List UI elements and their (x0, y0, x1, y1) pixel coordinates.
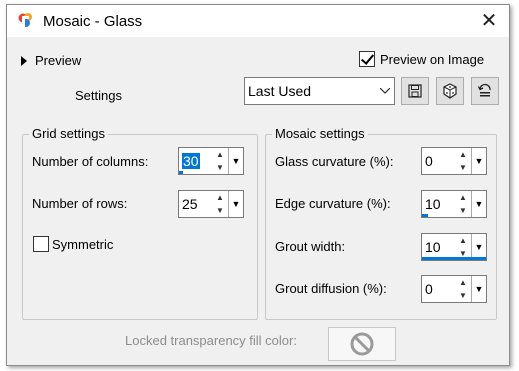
down-arrow-icon[interactable]: ▼ (216, 163, 224, 172)
grout-diffusion-label: Grout diffusion (%): (275, 281, 387, 296)
columns-spin-arrows[interactable]: ▲ ▼ (213, 148, 227, 174)
grout-diffusion-spin-arrows[interactable]: ▲ ▼ (456, 276, 470, 302)
rows-value[interactable]: 25 (182, 196, 198, 212)
save-preset-button[interactable] (401, 77, 429, 105)
glass-curvature-spinner[interactable]: 0 ▲ ▼ ▼ (421, 147, 487, 175)
up-arrow-icon[interactable]: ▲ (459, 150, 467, 159)
up-arrow-icon[interactable]: ▲ (459, 278, 467, 287)
preview-on-image-label: Preview on Image (380, 51, 485, 67)
columns-spinner[interactable]: 30 ▲ ▼ ▼ (178, 147, 244, 175)
up-arrow-icon[interactable]: ▲ (216, 193, 224, 202)
grout-width-spinner[interactable]: 10 ▲ ▼ ▼ (421, 233, 487, 261)
randomize-dice-icon (443, 83, 457, 99)
grout-width-level-bar (422, 257, 486, 260)
grout-diffusion-slider-dropdown[interactable]: ▼ (471, 276, 486, 302)
edge-curvature-label: Edge curvature (%): (275, 196, 391, 211)
grout-diffusion-spinner[interactable]: 0 ▲ ▼ ▼ (421, 275, 487, 303)
glass-curvature-label: Glass curvature (%): (275, 154, 394, 169)
grout-width-label: Grout width: (275, 239, 346, 254)
up-arrow-icon[interactable]: ▲ (459, 236, 467, 245)
settings-label: Settings (75, 88, 122, 103)
down-arrow-icon[interactable]: ▼ (459, 163, 467, 172)
preview-on-image-checkbox[interactable] (359, 51, 375, 67)
paintshop-app-icon (18, 13, 32, 29)
chevron-down-icon: ▼ (474, 156, 484, 166)
no-symbol-icon (350, 332, 374, 356)
save-icon (408, 84, 422, 98)
chevron-down-icon: ▼ (474, 284, 484, 294)
locked-transparency-color-swatch[interactable] (328, 327, 396, 361)
randomize-button[interactable] (436, 77, 464, 105)
symmetric-option[interactable]: Symmetric (33, 236, 113, 252)
symmetric-label: Symmetric (52, 236, 114, 252)
preset-dropdown[interactable]: Last Used (244, 77, 395, 105)
up-arrow-icon[interactable]: ▲ (459, 193, 467, 202)
chevron-down-icon: ▼ (231, 156, 241, 166)
preview-on-image-option[interactable]: Preview on Image (359, 51, 484, 67)
reset-icon (477, 83, 491, 97)
columns-level-bar (179, 171, 183, 174)
close-button[interactable]: ✕ (475, 9, 503, 33)
mosaic-glass-dialog: Mosaic - Glass ✕ Preview Preview on Imag… (6, 4, 510, 366)
edge-curvature-slider-dropdown[interactable]: ▼ (471, 191, 486, 217)
glass-curvature-value[interactable]: 0 (425, 153, 433, 169)
columns-label: Number of columns: (32, 154, 149, 169)
rows-slider-dropdown[interactable]: ▼ (228, 191, 243, 217)
columns-value[interactable]: 30 (182, 153, 200, 169)
preset-value: Last Used (248, 83, 312, 99)
down-arrow-icon[interactable]: ▼ (459, 206, 467, 215)
locked-transparency-label: Locked transparency fill color: (125, 333, 297, 348)
mosaic-settings-title: Mosaic settings (272, 126, 368, 141)
glass-curvature-spin-arrows[interactable]: ▲ ▼ (456, 148, 470, 174)
window-title: Mosaic - Glass (43, 13, 143, 30)
down-arrow-icon[interactable]: ▼ (216, 206, 224, 215)
edge-curvature-value[interactable]: 10 (425, 196, 441, 212)
edge-curvature-level-bar (422, 214, 428, 217)
down-arrow-icon[interactable]: ▼ (459, 291, 467, 300)
chevron-down-icon: ▼ (231, 199, 241, 209)
chevron-down-icon: ▼ (474, 242, 484, 252)
chevron-down-icon (376, 78, 394, 104)
rows-spin-arrows[interactable]: ▲ ▼ (213, 191, 227, 217)
rows-label: Number of rows: (32, 196, 128, 211)
up-arrow-icon[interactable]: ▲ (216, 150, 224, 159)
preview-toggle[interactable]: Preview (21, 53, 81, 68)
columns-slider-dropdown[interactable]: ▼ (228, 148, 243, 174)
glass-curvature-slider-dropdown[interactable]: ▼ (471, 148, 486, 174)
symmetric-checkbox[interactable] (33, 236, 49, 252)
title-bar: Mosaic - Glass ✕ (7, 5, 509, 37)
chevron-down-icon: ▼ (474, 199, 484, 209)
expand-triangle-icon (21, 55, 27, 66)
close-icon: ✕ (480, 10, 498, 32)
grid-settings-title: Grid settings (29, 126, 108, 141)
reset-button[interactable] (471, 77, 499, 105)
edge-curvature-spinner[interactable]: 10 ▲ ▼ ▼ (421, 190, 487, 218)
preview-label: Preview (35, 53, 82, 68)
dialog-body: Preview Preview on Image Settings Last U… (7, 37, 509, 365)
grout-diffusion-value[interactable]: 0 (425, 281, 433, 297)
grout-width-value[interactable]: 10 (425, 239, 441, 255)
rows-spinner[interactable]: 25 ▲ ▼ ▼ (178, 190, 244, 218)
edge-curvature-spin-arrows[interactable]: ▲ ▼ (456, 191, 470, 217)
